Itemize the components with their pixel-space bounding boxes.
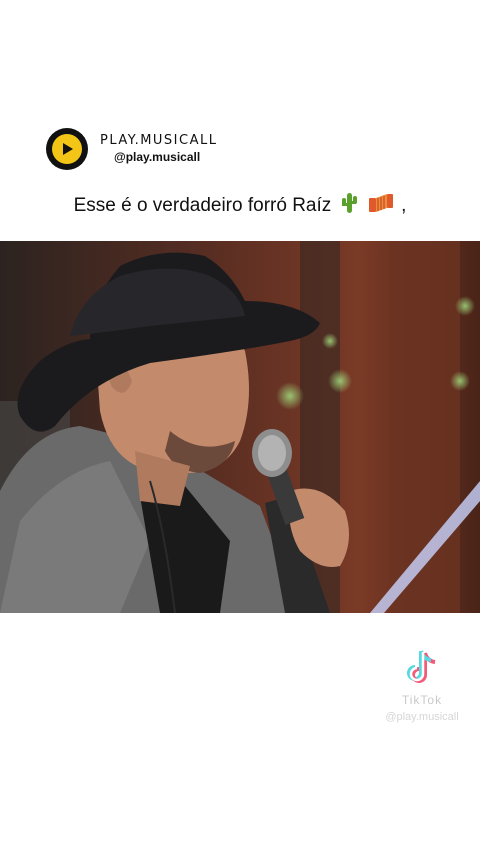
- play-icon: [52, 134, 82, 164]
- video-frame: [0, 241, 480, 613]
- tiktok-icon: [405, 650, 439, 690]
- tiktok-handle: @play.musicall: [385, 711, 459, 723]
- caption-text: Esse é o verdadeiro forró Raíz: [73, 195, 332, 216]
- video-player[interactable]: [0, 241, 480, 613]
- accordion-icon: [368, 192, 394, 222]
- tiktok-watermark: TikTok @play.musicall: [372, 648, 472, 723]
- profile-header: PLAY.MUSICALL @play.musicall: [46, 126, 217, 172]
- tiktok-label: TikTok: [401, 693, 443, 707]
- brand-logo[interactable]: [46, 128, 88, 170]
- cactus-icon: [339, 192, 359, 222]
- caption-trailing: ,: [401, 195, 407, 216]
- brand-handle[interactable]: @play.musicall: [114, 150, 217, 165]
- post-caption: Esse é o verdadeiro forró Raíz ,: [0, 192, 480, 222]
- brand-name: PLAY.MUSICALL: [100, 133, 218, 148]
